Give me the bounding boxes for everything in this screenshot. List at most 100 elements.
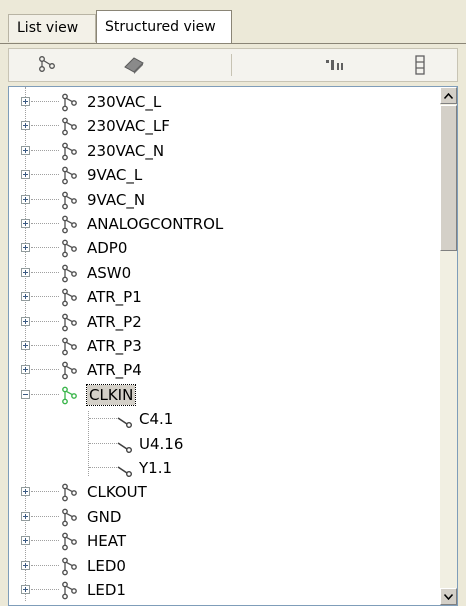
scroll-thumb[interactable] [440,105,457,251]
chevron-down-icon [444,593,453,600]
expand-toggle-icon[interactable] [21,194,30,204]
expand-toggle-icon[interactable] [21,365,30,375]
net-icon [59,191,85,211]
tab-divider [0,43,466,44]
net-label: LED0 [87,556,126,575]
net-icon [59,483,85,503]
net-icon [59,532,85,552]
tree-node-net[interactable]: ATR_P1 [9,286,437,310]
tree-connector-line [31,247,59,249]
net-tree-button[interactable] [23,49,73,81]
tree-node-pin[interactable]: Y1.1 [9,457,437,481]
net-label: 230VAC_LF [87,117,170,136]
tree-node-net[interactable]: ADP0 [9,237,437,261]
pin-label: Y1.1 [139,459,173,477]
tree-connector-line [31,125,59,127]
tree-node-pin[interactable]: C4.1 [9,408,437,432]
net-label: ASW0 [87,263,132,282]
net-icon [59,313,85,333]
expand-toggle-icon[interactable] [21,341,30,350]
expand-toggle-icon[interactable] [21,97,30,106]
tree-node-net[interactable]: 230VAC_LF [9,115,437,139]
netlist-panel: List view Structured view 230VAC_L 230VA… [0,0,466,606]
tab-list-view[interactable]: List view [8,14,96,42]
pin-icon [115,410,141,430]
expand-toggle-icon[interactable] [21,487,30,497]
expand-toggle-icon[interactable] [21,511,30,521]
tree-connector-line [31,149,59,151]
tree-connector-line [31,296,59,298]
tree-node-net[interactable]: CLKOUT [9,481,437,505]
tree-node-net[interactable]: ASW0 [9,262,437,286]
tab-structured-view[interactable]: Structured view [96,10,232,44]
tree-node-net[interactable]: CLKIN [9,383,437,408]
tree-connector-line [31,589,59,590]
tab-bar: List view Structured view [0,0,466,44]
tree-node-net[interactable]: 230VAC_N [9,140,437,164]
net-icon [59,288,85,308]
expand-toggle-icon[interactable] [21,267,30,277]
pin-icon [115,459,141,479]
net-icon [59,117,85,137]
net-icon [59,166,85,186]
tree-node-net[interactable]: GND [9,506,437,530]
net-tree[interactable]: 230VAC_L 230VAC_LF 230VAC_N 9VAC_L 9VAC_N ANA… [8,86,458,606]
tree-node-net[interactable]: 9VAC_N [9,189,437,213]
expand-toggle-icon[interactable] [21,145,30,155]
net-icon [59,142,85,162]
tree-node-net[interactable]: LED1 [9,579,437,603]
sort-button[interactable] [309,49,359,81]
collapse-button[interactable] [395,49,445,81]
expand-toggle-icon[interactable] [21,316,30,326]
expand-toggle-icon[interactable] [21,243,30,253]
tree-connector-line [31,223,59,224]
collapse-toggle-icon[interactable] [21,389,30,399]
net-icon [59,93,85,113]
expand-toggle-icon[interactable] [21,219,30,228]
net-label: ATR_P1 [87,288,142,307]
net-label: ANALOGCONTROL [87,215,224,233]
net-label: CLKIN [85,383,137,406]
tree-connector-line [31,101,59,102]
chevron-up-icon [444,92,453,99]
net-icon [59,508,85,528]
sort-icon [326,60,343,70]
tree-connector-line [31,174,59,176]
tree-node-net[interactable]: ATR_P4 [9,359,437,383]
net-icon [59,215,85,235]
tree-node-net[interactable]: 9VAC_L [9,164,437,188]
net-label: ATR_P4 [87,361,142,380]
pin-label: U4.16 [139,434,184,453]
tree-connector-line [31,271,59,273]
net-icon [59,557,85,577]
tree-node-net[interactable]: 230VAC_L [9,91,437,115]
net-label: HEAT [87,532,127,551]
net-label: ATR_P2 [87,312,142,331]
tree-connector-line [31,345,59,346]
scroll-down-button[interactable] [440,588,457,605]
expand-toggle-icon[interactable] [21,585,30,594]
net-icon [59,581,85,601]
component-icon [124,57,144,74]
expand-toggle-icon[interactable] [21,536,30,546]
vertical-scrollbar[interactable] [440,87,457,605]
tree-node-net[interactable]: ANALOGCONTROL [9,213,437,237]
tree-node-net[interactable]: ATR_P3 [9,335,437,359]
pin-icon [115,435,141,455]
component-button[interactable] [109,49,159,81]
net-label: LED1 [87,581,126,599]
expand-toggle-icon[interactable] [21,170,30,180]
tree-node-net[interactable]: LED0 [9,555,437,579]
tree-node-pin[interactable]: U4.16 [9,433,437,457]
tree-node-net[interactable]: ATR_P2 [9,311,437,335]
expand-toggle-icon[interactable] [21,560,30,570]
expand-toggle-icon[interactable] [21,121,30,131]
net-label: 9VAC_N [87,190,146,209]
tree-connector-line [31,320,59,322]
collapse-icon [415,55,425,75]
tree-node-net[interactable]: HEAT [9,530,437,554]
net-label: 230VAC_L [87,93,162,111]
scroll-up-button[interactable] [440,87,457,104]
tree-connector-line [31,491,59,493]
expand-toggle-icon[interactable] [21,292,30,302]
